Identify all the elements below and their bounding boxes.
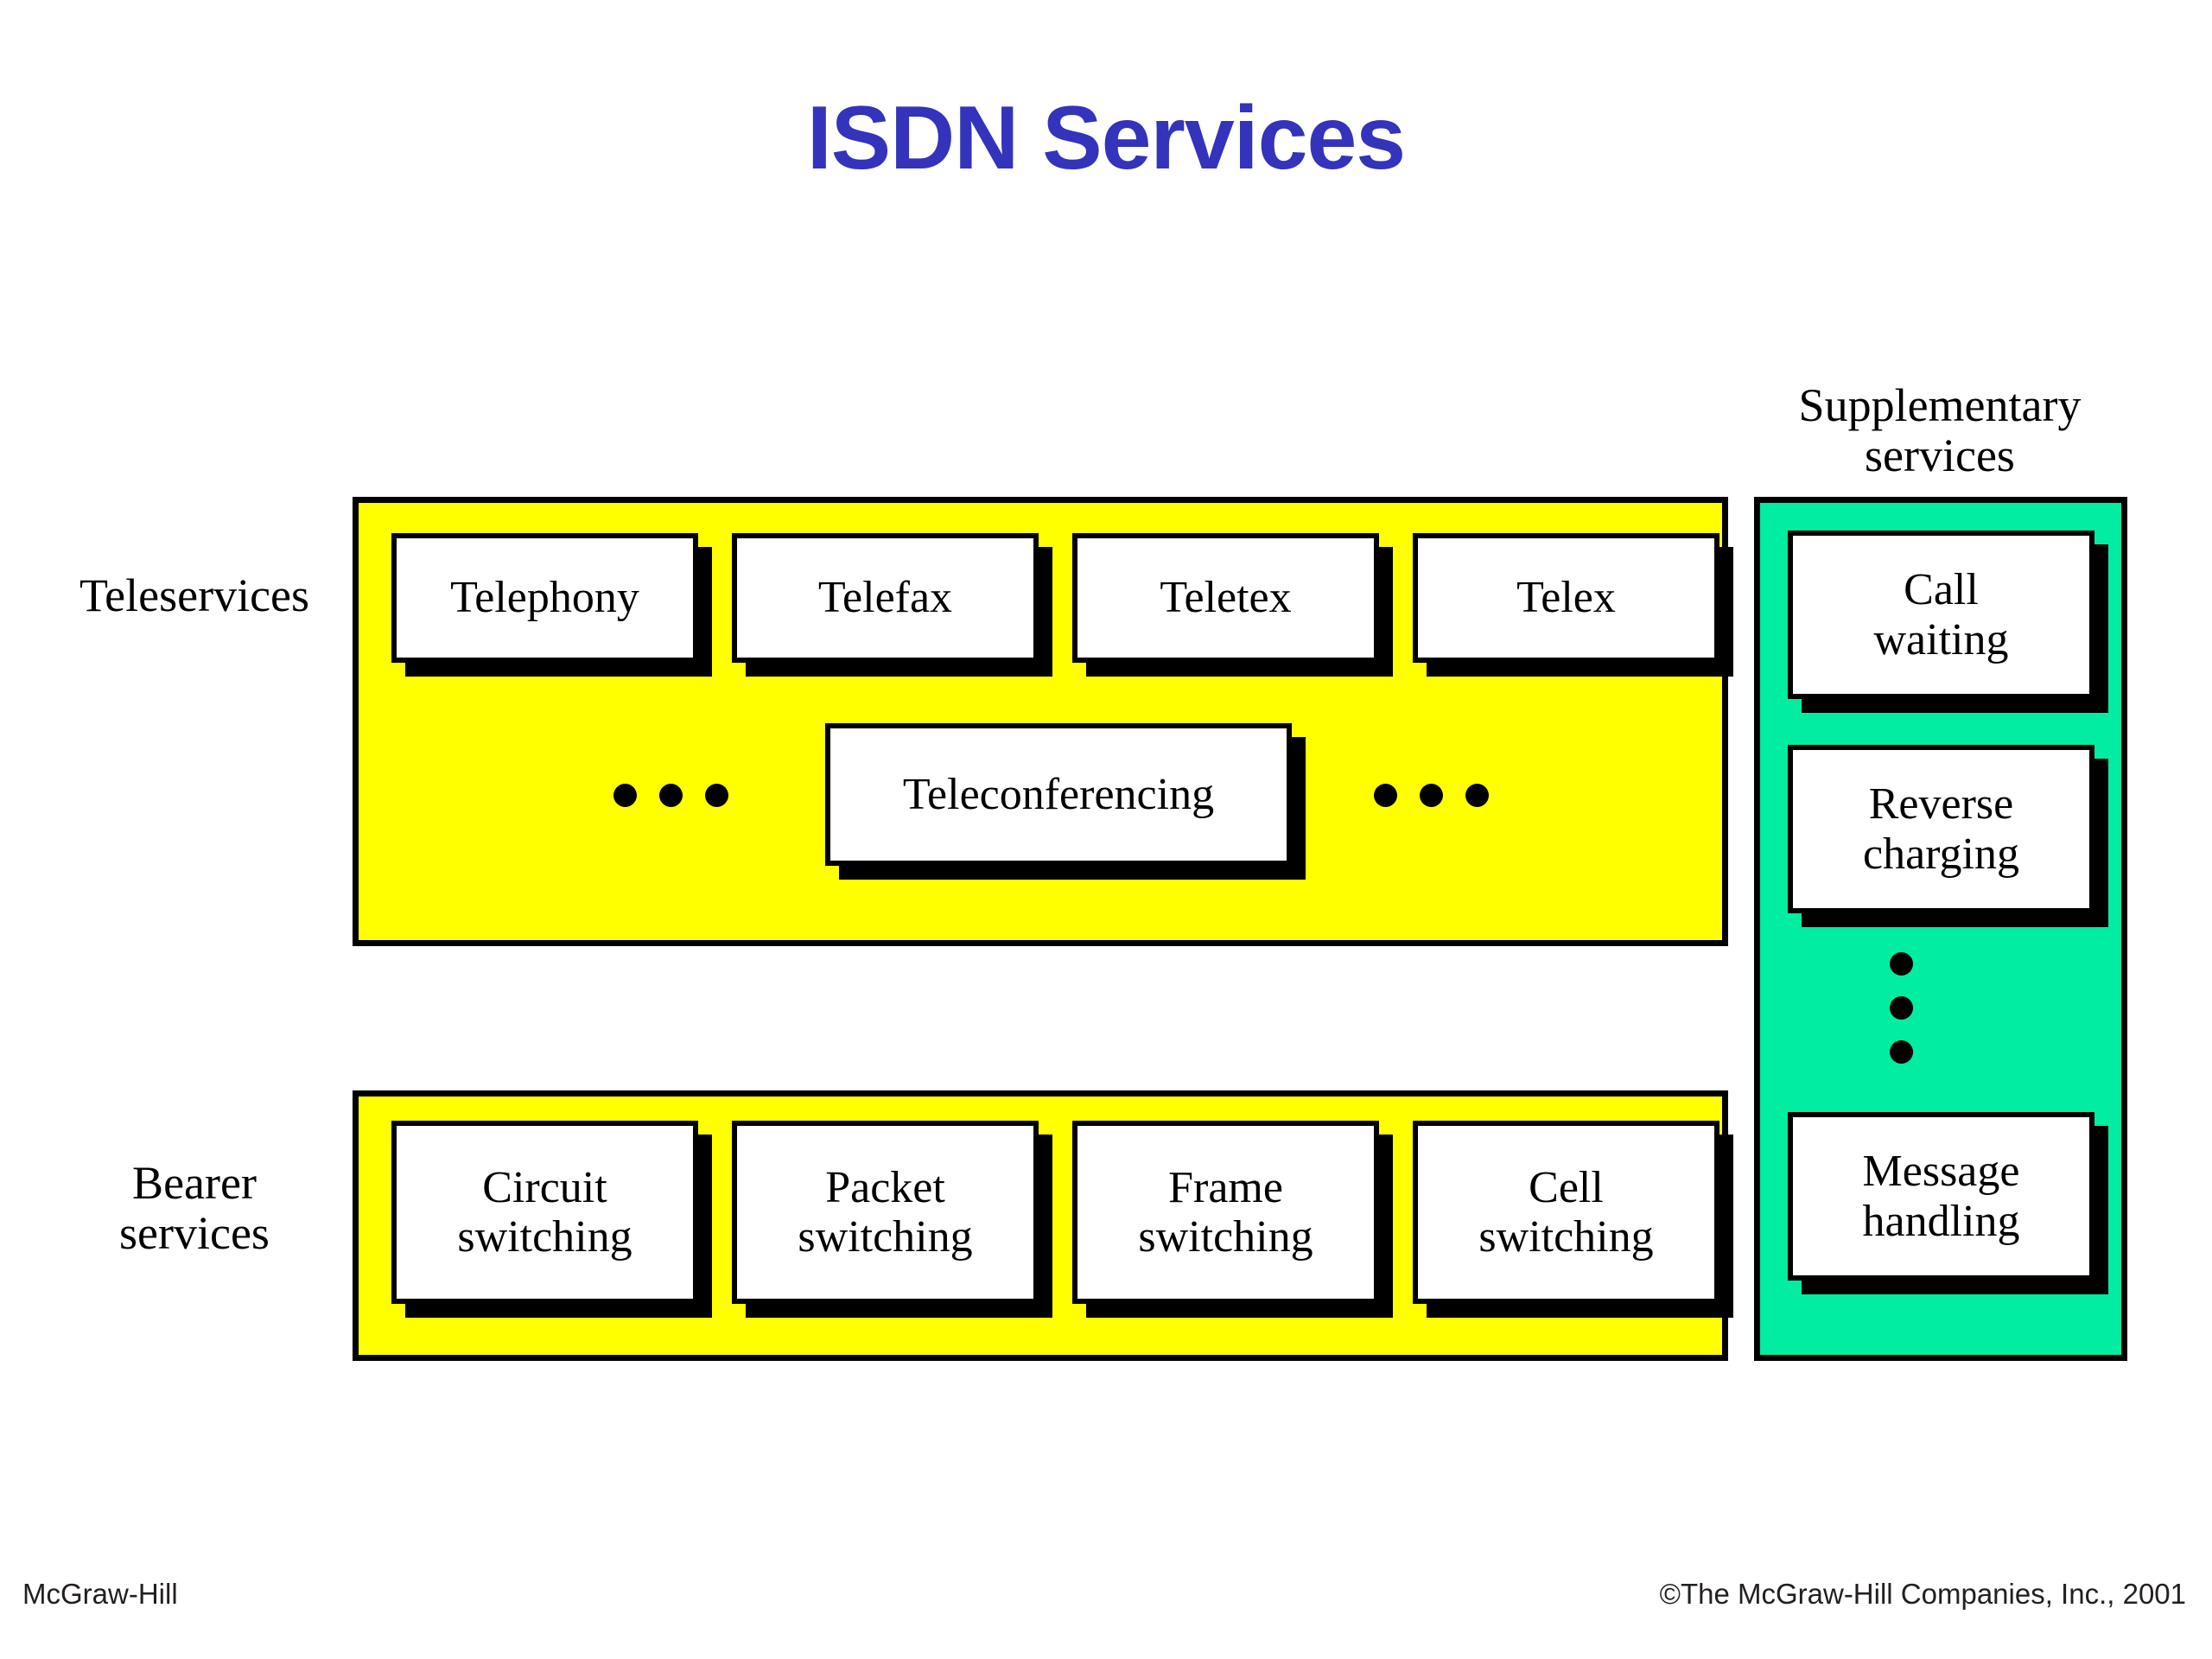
ellipsis-dot [1465, 784, 1489, 807]
service-box-reverse-charging[interactable]: Reverse charging [1788, 745, 2094, 913]
service-box-telephony-label: Telephony [450, 573, 639, 623]
service-box-teleconferencing[interactable]: Teleconferencing [825, 723, 1292, 866]
ellipsis-dot [659, 784, 683, 807]
teleservices-panel: Telephony Telefax Teletex Telex Teleconf… [353, 497, 1728, 946]
supplementary-services-panel: Call waiting Reverse charging Message ha… [1754, 497, 2127, 1361]
supplementary-services-ellipsis [1890, 952, 1913, 1064]
supplementary-services-heading: Supplementary services [1798, 379, 2082, 482]
footer-publisher: McGraw-Hill [22, 1578, 178, 1610]
teleservices-row-label: Teleservices [79, 569, 310, 621]
ellipsis-dot [613, 784, 637, 807]
footer-copyright: ©The McGraw-Hill Companies, Inc., 2001 [1659, 1578, 2186, 1610]
ellipsis-dot [1890, 1040, 1913, 1064]
service-box-telephony[interactable]: Telephony [391, 533, 698, 663]
service-box-packet-switching[interactable]: Packet switching [732, 1121, 1039, 1304]
service-box-frame-switching[interactable]: Frame switching [1072, 1121, 1379, 1304]
service-box-reverse-charging-label: Reverse charging [1863, 779, 2019, 879]
service-box-telex-label: Telex [1516, 573, 1616, 623]
teleservices-ellipsis-right [1374, 784, 1489, 807]
service-box-teletex[interactable]: Teletex [1072, 533, 1379, 663]
service-box-teleconferencing-label: Teleconferencing [902, 769, 1215, 819]
page-title: ISDN Services [806, 88, 1406, 188]
service-box-call-waiting[interactable]: Call waiting [1788, 531, 2094, 699]
service-box-frame-switching-label: Frame switching [1138, 1162, 1313, 1262]
bearer-services-row-label: Bearer services [119, 1157, 270, 1260]
service-box-circuit-switching-label: Circuit switching [457, 1162, 632, 1262]
ellipsis-dot [1890, 952, 1913, 976]
service-box-circuit-switching[interactable]: Circuit switching [391, 1121, 698, 1304]
service-box-cell-switching-label: Cell switching [1478, 1162, 1654, 1262]
service-box-telefax[interactable]: Telefax [732, 533, 1039, 663]
bearer-services-panel: Circuit switching Packet switching Frame… [353, 1090, 1728, 1361]
service-box-message-handling-label: Message handling [1862, 1147, 2020, 1246]
service-box-call-waiting-label: Call waiting [1873, 565, 2009, 664]
service-box-packet-switching-label: Packet switching [798, 1162, 973, 1262]
service-box-cell-switching[interactable]: Cell switching [1413, 1121, 1719, 1304]
service-box-telefax-label: Telefax [817, 573, 953, 623]
ellipsis-dot [1374, 784, 1397, 807]
ellipsis-dot [1420, 784, 1443, 807]
service-box-message-handling[interactable]: Message handling [1788, 1112, 2094, 1281]
ellipsis-dot [1890, 996, 1913, 1020]
ellipsis-dot [705, 784, 728, 807]
service-box-telex[interactable]: Telex [1413, 533, 1719, 663]
teleservices-ellipsis-left [613, 784, 728, 807]
service-box-teletex-label: Teletex [1160, 573, 1292, 623]
